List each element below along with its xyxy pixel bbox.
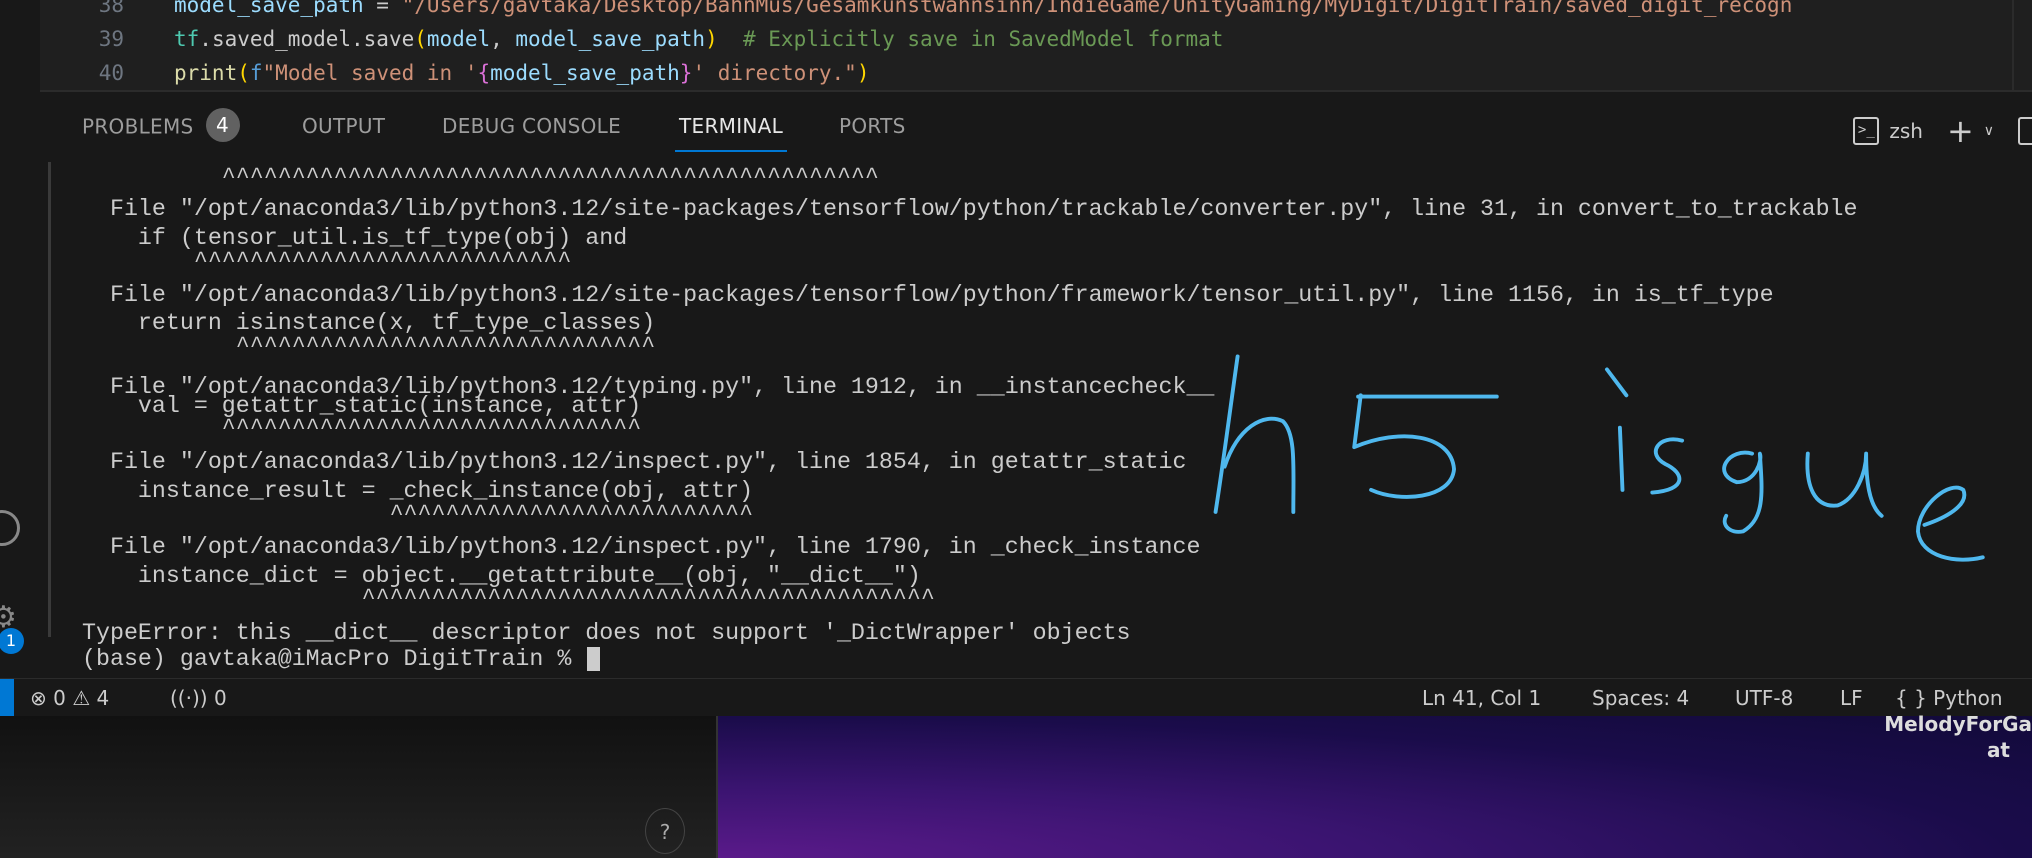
warning-count: 4 bbox=[96, 686, 110, 710]
traceback-carets: ^^^^^^^^^^^^^^^^^^^^^^^^^^^^^^ bbox=[82, 333, 656, 359]
line-number: 40 bbox=[98, 61, 124, 85]
code-text: model_save_path = "/Users/gavtaka/Deskto… bbox=[174, 0, 1792, 22]
traceback-carets: ^^^^^^^^^^^^^^^^^^^^^^^^^^^^^^ bbox=[82, 415, 642, 441]
error-count: 0 bbox=[53, 686, 66, 710]
code-editor[interactable]: 38 model_save_path = "/Users/gavtaka/Desk… bbox=[40, 0, 2032, 90]
line-number: 38 bbox=[98, 0, 124, 17]
indentation[interactable]: Spaces: 4 bbox=[1592, 686, 1689, 710]
new-terminal-plus-icon[interactable]: + bbox=[1947, 112, 1974, 150]
tab-output[interactable]: OUTPUT bbox=[302, 114, 385, 138]
chevron-down-icon[interactable]: ∨ bbox=[1984, 123, 1994, 139]
code-line[interactable]: 39 tf.saved_model.save(model, model_save_… bbox=[40, 22, 1940, 56]
encoding[interactable]: UTF-8 bbox=[1735, 686, 1793, 710]
language-mode[interactable]: { } Python bbox=[1895, 686, 2003, 710]
tab-terminal[interactable]: TERMINAL bbox=[674, 114, 788, 152]
layout-icon[interactable] bbox=[2018, 117, 2032, 145]
help-button[interactable]: ? bbox=[645, 808, 685, 854]
code-token: ' directory." bbox=[692, 61, 857, 85]
code-token: ) bbox=[705, 27, 718, 51]
remote-indicator[interactable] bbox=[0, 679, 14, 717]
prompt-text: (base) gavtaka@iMacPro DigitTrain % bbox=[82, 646, 586, 672]
braces-icon: { } bbox=[1895, 686, 1927, 710]
ports-status[interactable]: ((·)) 0 bbox=[170, 686, 227, 710]
shell-prompt[interactable]: (base) gavtaka@iMacPro DigitTrain % bbox=[82, 644, 601, 674]
language-label: Python bbox=[1933, 686, 2003, 710]
bottom-panel: PROBLEMS 4 OUTPUT DEBUG CONSOLE TERMINAL … bbox=[40, 90, 2032, 678]
desktop-background: MelodyForGa at bbox=[716, 712, 2032, 858]
code-token: tf bbox=[174, 27, 200, 51]
tab-label: PROBLEMS bbox=[82, 114, 194, 139]
shell-name[interactable]: zsh bbox=[1889, 119, 1923, 143]
code-token: f bbox=[249, 61, 263, 85]
traceback-carets: ^^^^^^^^^^^^^^^^^^^^^^^^^^^^^^^^^^^^^^^^… bbox=[82, 164, 879, 190]
problems-count-badge: 4 bbox=[205, 108, 240, 142]
end-of-line[interactable]: LF bbox=[1840, 686, 1863, 710]
background-window bbox=[0, 716, 716, 858]
code-token: model_save_path bbox=[174, 0, 364, 17]
terminal-command-decoration bbox=[48, 162, 51, 637]
code-text: tf.saved_model.save(model, model_save_pa… bbox=[174, 22, 1223, 56]
terminal-cursor bbox=[587, 646, 601, 671]
code-text: print(f"Model saved in '{model_save_path… bbox=[174, 56, 869, 90]
terminal-output[interactable]: ^^^^^^^^^^^^^^^^^^^^^^^^^^^^^^^^^^^^^^^^… bbox=[40, 162, 2032, 678]
ports-count: 0 bbox=[213, 686, 227, 710]
traceback-line: File "/opt/anaconda3/lib/python3.12/insp… bbox=[82, 449, 1187, 475]
tab-ports[interactable]: PORTS bbox=[839, 114, 906, 138]
code-token: ( bbox=[414, 27, 427, 51]
editor-scrollbar[interactable] bbox=[2012, 0, 2014, 90]
desktop-item-label-2[interactable]: at bbox=[1987, 738, 2010, 762]
code-token: model_save_path bbox=[490, 61, 680, 85]
settings-badge: 1 bbox=[0, 628, 24, 654]
traceback-line: File "/opt/anaconda3/lib/python3.12/site… bbox=[82, 196, 1858, 222]
code-token: = bbox=[363, 0, 402, 17]
code-token: "Model saved in ' bbox=[262, 61, 478, 85]
panel-tabs: PROBLEMS 4 OUTPUT DEBUG CONSOLE TERMINAL … bbox=[40, 92, 2032, 162]
code-token: "/Users/gavtaka/Desktop/BahnMus/Gesamkun… bbox=[401, 0, 1793, 17]
code-token: { bbox=[477, 61, 491, 85]
terminal-toolbar: >_ zsh + ∨ bbox=[1853, 112, 2032, 150]
cursor-position[interactable]: Ln 41, Col 1 bbox=[1422, 686, 1541, 710]
code-token: print bbox=[174, 61, 238, 85]
code-token: model bbox=[426, 27, 491, 51]
code-token: # Explicitly save in SavedModel format bbox=[717, 27, 1224, 51]
broadcast-icon: ((·)) bbox=[170, 686, 208, 710]
desktop-item-label[interactable]: MelodyForGa bbox=[1884, 712, 2032, 736]
code-token: ( bbox=[237, 61, 250, 85]
code-token: } bbox=[679, 61, 693, 85]
problems-status[interactable]: ⊗ 0 ⚠ 4 bbox=[30, 686, 109, 710]
code-line[interactable]: 38 model_save_path = "/Users/gavtaka/Desk… bbox=[40, 0, 1940, 22]
traceback-carets: ^^^^^^^^^^^^^^^^^^^^^^^^^^ bbox=[82, 501, 754, 527]
tab-problems[interactable]: PROBLEMS 4 bbox=[82, 108, 240, 142]
code-token: .saved_model.save bbox=[199, 27, 415, 51]
code-line[interactable]: 40 print(f"Model saved in '{model_save_pa… bbox=[40, 56, 1940, 90]
code-token: ) bbox=[856, 61, 870, 85]
tab-debug-console[interactable]: DEBUG CONSOLE bbox=[442, 114, 621, 138]
terminal-icon: >_ bbox=[1853, 117, 1880, 145]
line-number: 39 bbox=[98, 27, 124, 51]
activity-bar: ⚙ 1 bbox=[0, 0, 40, 678]
warning-icon: ⚠ bbox=[72, 686, 91, 710]
traceback-line: File "/opt/anaconda3/lib/python3.12/insp… bbox=[82, 534, 1201, 560]
traceback-line: File "/opt/anaconda3/lib/python3.12/site… bbox=[82, 282, 1774, 308]
code-token: , bbox=[490, 27, 516, 51]
traceback-carets: ^^^^^^^^^^^^^^^^^^^^^^^^^^^^^^^^^^^^^^^^… bbox=[82, 585, 935, 611]
account-icon[interactable] bbox=[0, 510, 20, 546]
code-token: model_save_path bbox=[515, 27, 706, 51]
traceback-carets: ^^^^^^^^^^^^^^^^^^^^^^^^^^^ bbox=[82, 248, 572, 274]
error-icon: ⊗ bbox=[30, 686, 47, 710]
status-bar: ⊗ 0 ⚠ 4 ((·)) 0 Ln 41, Col 1 Spaces: 4 U… bbox=[0, 678, 2032, 717]
